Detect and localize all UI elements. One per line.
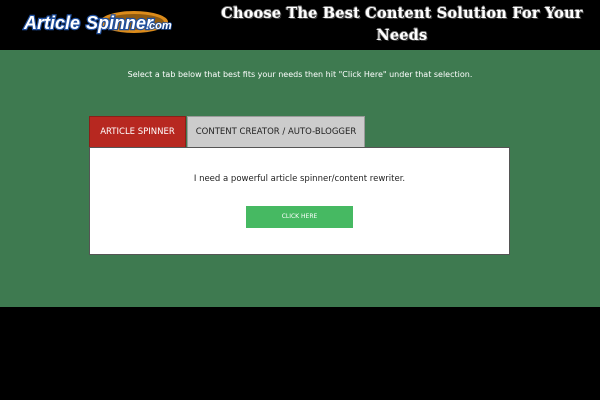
headline-line-2: Needs bbox=[376, 27, 428, 44]
tab-panel: I need a powerful article spinner/conten… bbox=[89, 147, 510, 255]
site-header: Article Spinner .com Choose The Best Con… bbox=[0, 0, 600, 50]
click-here-button[interactable]: CLICK HERE bbox=[246, 206, 353, 228]
main-section: Select a tab below that best fits your n… bbox=[0, 50, 600, 307]
page-headline: Choose The Best Content Solution For You… bbox=[196, 3, 600, 47]
logo-graphic: Article Spinner .com bbox=[22, 11, 173, 34]
tab-article-spinner[interactable]: ARTICLE SPINNER bbox=[89, 116, 186, 147]
logo-wordmark-spinner: Spinner bbox=[86, 13, 154, 33]
article-spinner-logo[interactable]: Article Spinner .com bbox=[22, 8, 174, 36]
panel-description: I need a powerful article spinner/conten… bbox=[193, 174, 406, 184]
intro-text: Select a tab below that best fits your n… bbox=[127, 70, 473, 79]
logo-wordmark-com: .com bbox=[146, 20, 172, 32]
headline-line-1: Choose The Best Content Solution For You… bbox=[221, 5, 583, 22]
page-footer bbox=[0, 307, 600, 400]
tab-content-creator-auto-blogger[interactable]: CONTENT CREATOR / AUTO-BLOGGER bbox=[187, 116, 365, 147]
logo-wordmark-article: Article bbox=[23, 13, 80, 33]
